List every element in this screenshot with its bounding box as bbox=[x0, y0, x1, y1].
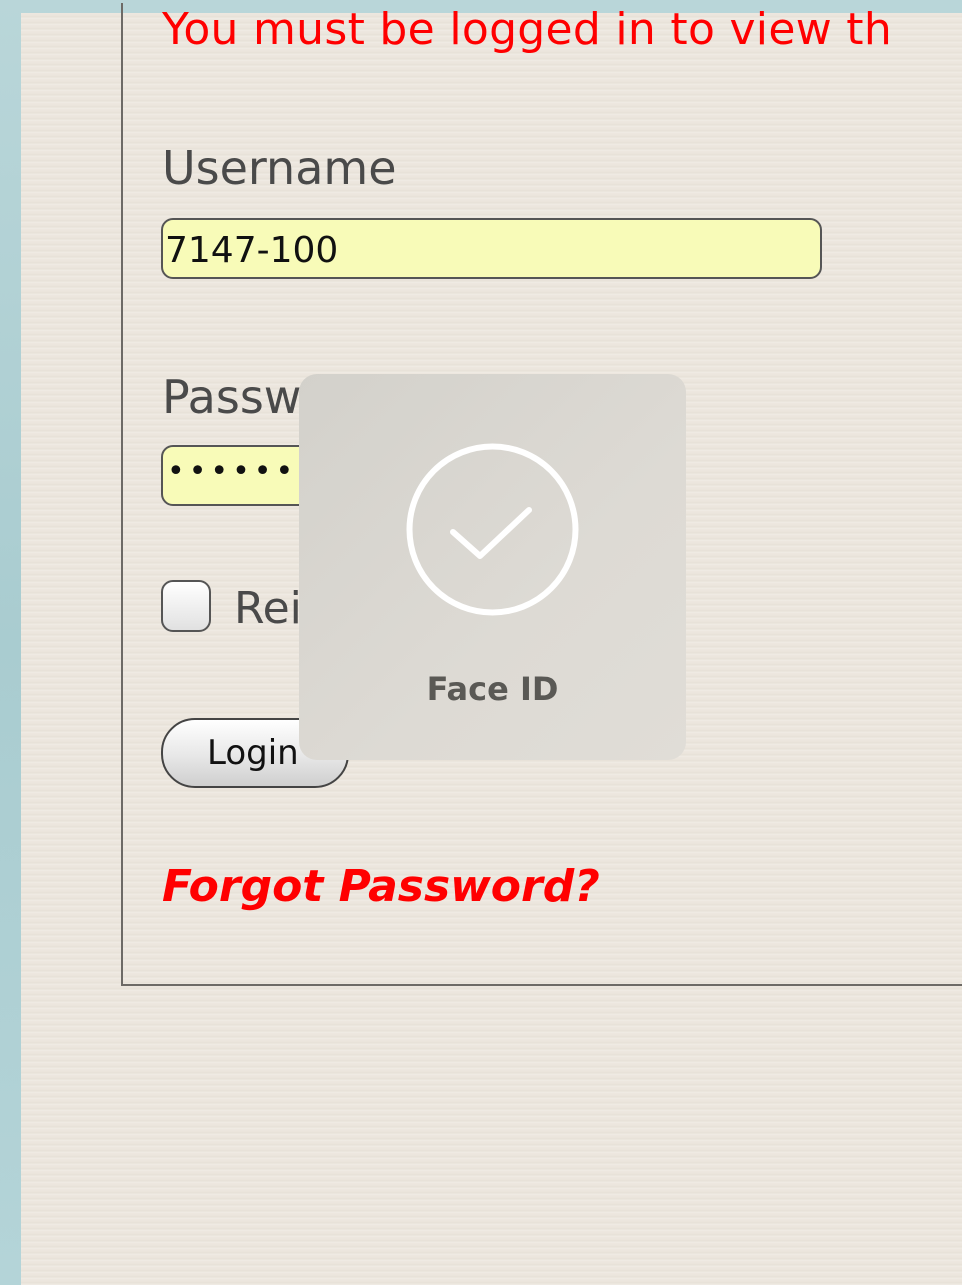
username-label: Username bbox=[162, 141, 397, 195]
remember-username-checkbox[interactable] bbox=[161, 580, 211, 632]
checkmark-circle-icon bbox=[406, 443, 579, 616]
username-field[interactable] bbox=[161, 218, 822, 279]
faceid-label: Face ID bbox=[426, 670, 559, 708]
page-background: You must be logged in to view th Usernam… bbox=[21, 3, 962, 1285]
password-mask: •••••• bbox=[167, 454, 298, 489]
forgot-password-link[interactable]: Forgot Password? bbox=[162, 861, 600, 912]
login-required-notice: You must be logged in to view th bbox=[162, 4, 893, 55]
faceid-overlay: Face ID bbox=[299, 374, 686, 760]
password-label: Passw bbox=[162, 370, 302, 424]
